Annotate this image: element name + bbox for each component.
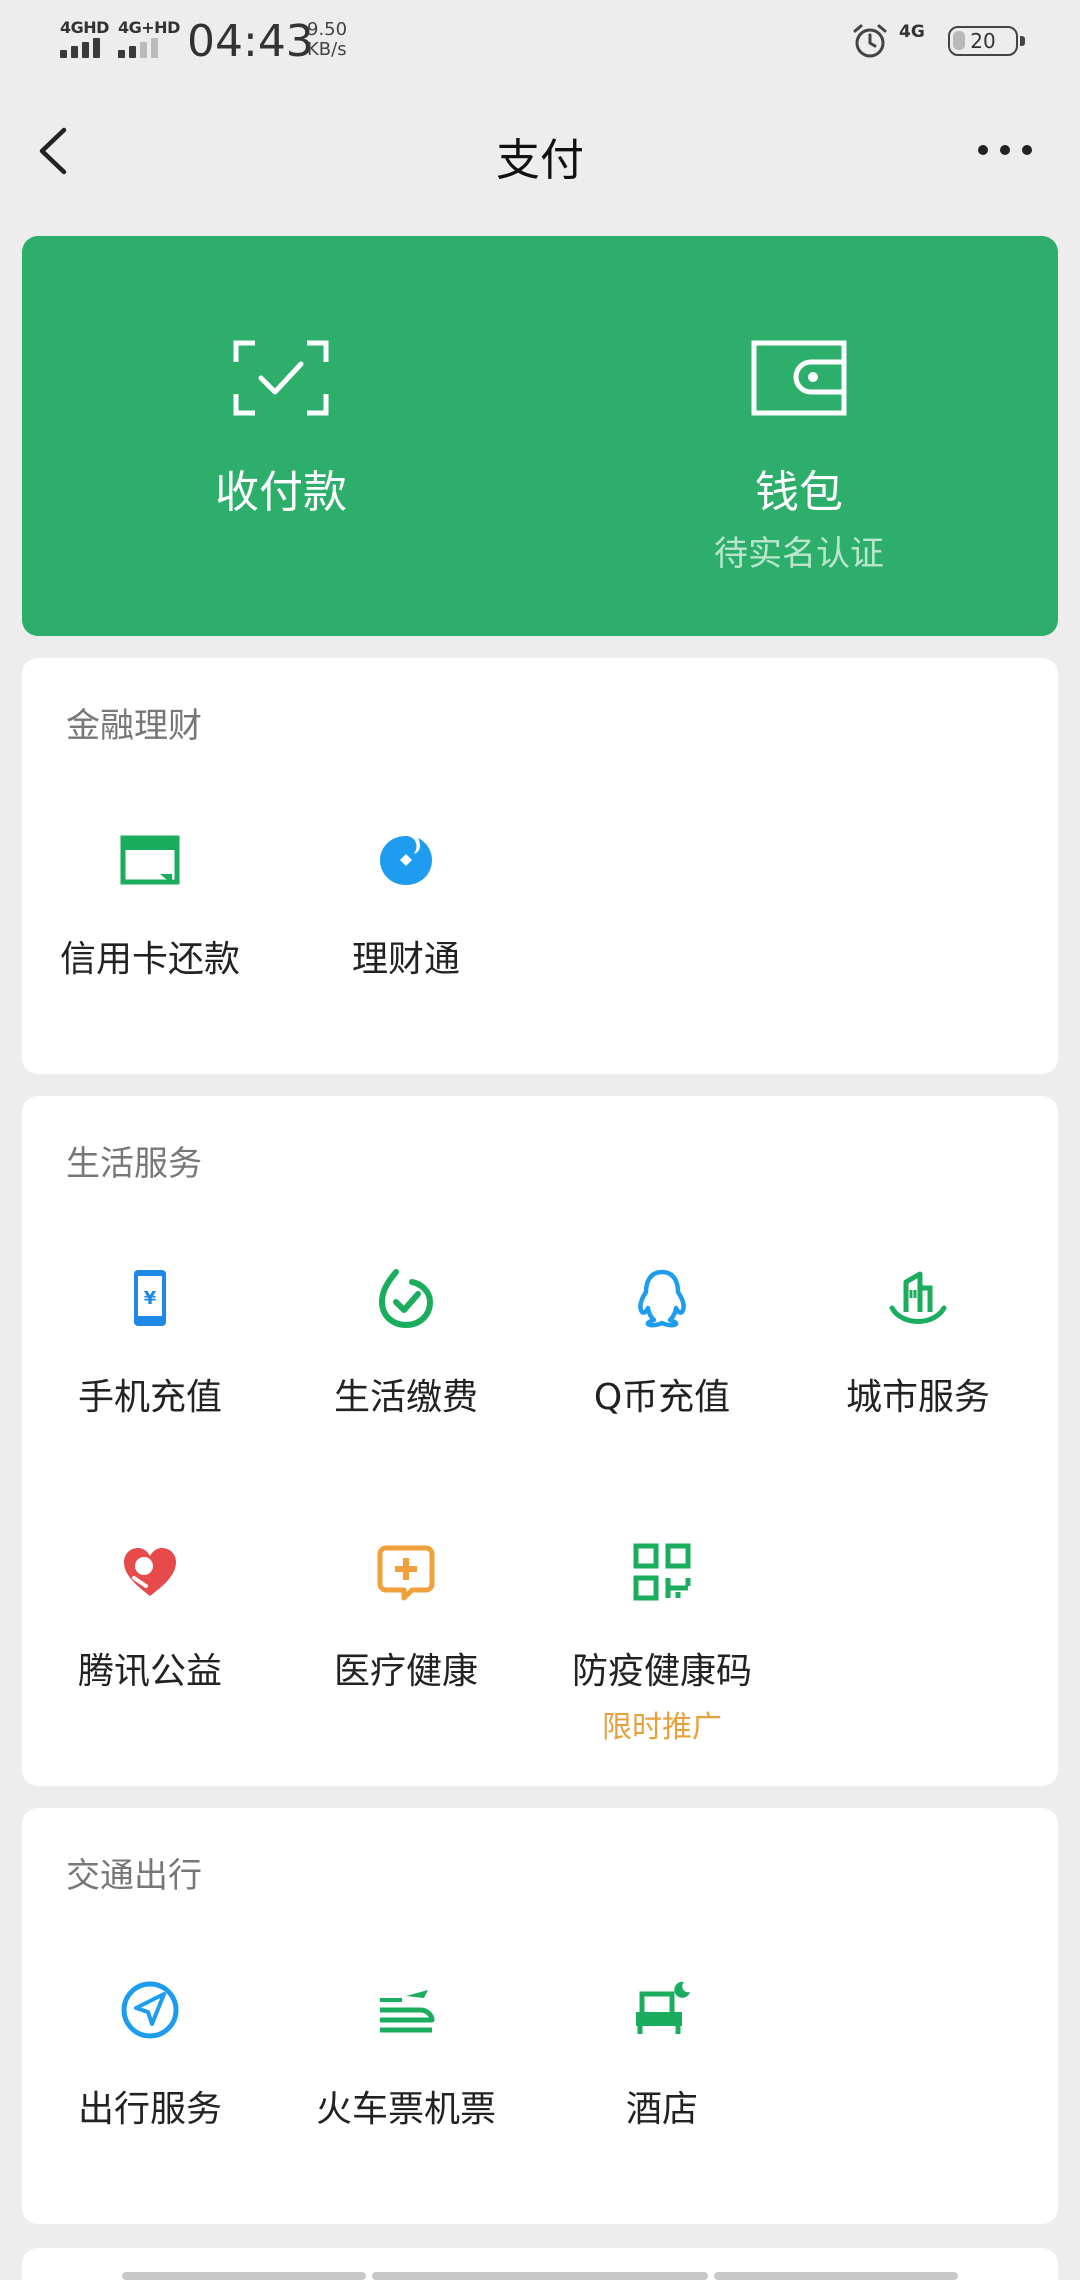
phone-recharge-icon: ¥ — [134, 1270, 166, 1326]
wallet-icon — [751, 340, 847, 416]
page-title: 支付 — [496, 135, 584, 186]
life-services-section: 生活服务 ¥ 手机充值 生活缴费 Q币充值 城市服务 腾讯公益 医疗健康 防疫健… — [22, 1096, 1058, 1786]
train-plane-icon — [380, 1990, 435, 2033]
speed-unit: KB/s — [307, 39, 347, 60]
travel-service-button[interactable]: 出行服务 — [22, 1980, 278, 2180]
qq-penguin-icon — [638, 1269, 686, 1328]
svg-text:¥: ¥ — [144, 1288, 157, 1309]
health-code-button[interactable]: 防疫健康码 限时推广 — [534, 1542, 790, 1745]
network-type: 4G — [899, 22, 925, 42]
hotel-bed-icon — [636, 1981, 690, 2034]
tile-label: 信用卡还款 — [59, 939, 240, 980]
wallet-status: 待实名认证 — [714, 534, 884, 574]
navigation-icon — [121, 1981, 179, 2039]
tile-label: 医疗健康 — [333, 1651, 478, 1692]
sim1-label: 4GHD — [60, 18, 109, 37]
q-coin-recharge-button[interactable]: Q币充值 — [534, 1268, 790, 1468]
section-title: 生活服务 — [66, 1144, 202, 1184]
tile-label: 防疫健康码 — [571, 1651, 752, 1692]
tile-label: 手机充值 — [77, 1377, 222, 1418]
credit-card-icon — [120, 835, 180, 885]
tile-label: 城市服务 — [845, 1377, 990, 1418]
medical-health-button[interactable]: 医疗健康 — [278, 1542, 534, 1742]
more-icon[interactable] — [975, 138, 1035, 162]
city-service-button[interactable]: 城市服务 — [790, 1268, 1046, 1468]
tile-label: Q币充值 — [593, 1377, 731, 1418]
train-plane-tickets-button[interactable]: 火车票机票 — [278, 1980, 534, 2180]
tile-label: 酒店 — [625, 2089, 698, 2130]
tencent-charity-button[interactable]: 腾讯公益 — [22, 1542, 278, 1742]
licaitong-button[interactable]: 理财通 — [278, 830, 534, 1030]
licaitong-icon — [380, 836, 432, 885]
hotel-button[interactable]: 酒店 — [534, 1980, 790, 2180]
status-bar: 4GHD 4G+HD 04:43 9.50 KB/s 4G 20 — [0, 0, 1080, 84]
wallet-label: 钱包 — [755, 467, 843, 518]
section-title: 交通出行 — [66, 1856, 202, 1896]
payment-card: 收付款 钱包 待实名认证 — [22, 236, 1058, 636]
tile-label: 火车票机票 — [315, 2089, 496, 2130]
pay-receive-button[interactable]: 收付款 — [22, 236, 540, 636]
scan-check-icon — [233, 340, 329, 416]
charity-heart-icon — [124, 1548, 176, 1596]
battery-icon: 20 — [948, 26, 1025, 56]
bill-pay-button[interactable]: 生活缴费 — [278, 1268, 534, 1468]
next-section-peek — [22, 2248, 1058, 2280]
speed-value: 9.50 — [307, 19, 348, 40]
transport-section: 交通出行 出行服务 火车票机票 酒店 — [22, 1808, 1058, 2224]
sim2-label: 4G+HD — [118, 18, 180, 37]
wallet-button[interactable]: 钱包 待实名认证 — [540, 236, 1058, 636]
alarm-icon — [853, 24, 887, 58]
payment-page: 4GHD 4G+HD 04:43 9.50 KB/s 4G 20 支付 收付款 … — [0, 0, 1080, 2280]
bill-pay-icon — [378, 1269, 434, 1328]
battery-level: 20 — [970, 29, 996, 53]
qr-code-icon — [633, 1543, 691, 1601]
city-service-icon — [889, 1271, 947, 1324]
net-speed: 9.50 KB/s — [307, 20, 347, 60]
credit-card-repay-button[interactable]: 信用卡还款 — [22, 830, 278, 1030]
promo-badge: 限时推广 — [602, 1710, 722, 1745]
tile-label: 出行服务 — [77, 2089, 222, 2130]
section-title: 金融理财 — [66, 706, 202, 746]
pay-receive-label: 收付款 — [215, 467, 347, 518]
finance-section: 金融理财 信用卡还款 理财通 — [22, 658, 1058, 1074]
medical-icon — [377, 1545, 435, 1601]
clock: 04:43 — [187, 16, 314, 67]
tile-label: 理财通 — [351, 939, 460, 980]
tile-label: 生活缴费 — [333, 1377, 478, 1418]
phone-recharge-button[interactable]: ¥ 手机充值 — [22, 1268, 278, 1468]
tile-label: 腾讯公益 — [77, 1651, 222, 1692]
nav-bar: 支付 — [0, 84, 1080, 214]
